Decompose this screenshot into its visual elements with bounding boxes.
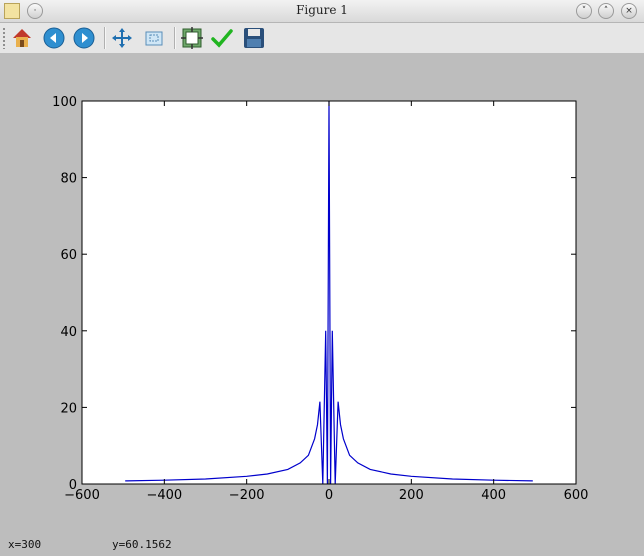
status-bar: x=300 y=60.1562 xyxy=(0,532,644,556)
x-tick-label: −200 xyxy=(229,488,265,503)
x-tick-label: −400 xyxy=(146,488,182,503)
y-coordinate-readout: y=60.1562 xyxy=(112,538,172,551)
y-tick-label: 20 xyxy=(60,401,77,416)
y-tick-label: 100 xyxy=(52,95,77,110)
y-tick-label: 40 xyxy=(60,325,77,340)
x-tick-label: 200 xyxy=(399,488,424,503)
x-coordinate-readout: x=300 xyxy=(8,538,42,551)
y-tick-label: 80 xyxy=(60,172,77,187)
y-tick-label: 60 xyxy=(60,248,77,263)
x-tick-label: 600 xyxy=(564,488,589,503)
x-tick-label: 0 xyxy=(325,488,333,503)
x-tick-label: 400 xyxy=(481,488,506,503)
y-tick-label: 0 xyxy=(69,478,77,493)
figure-canvas[interactable]: −600 −400 −200 0 200 400 600020406080100 xyxy=(0,0,644,556)
